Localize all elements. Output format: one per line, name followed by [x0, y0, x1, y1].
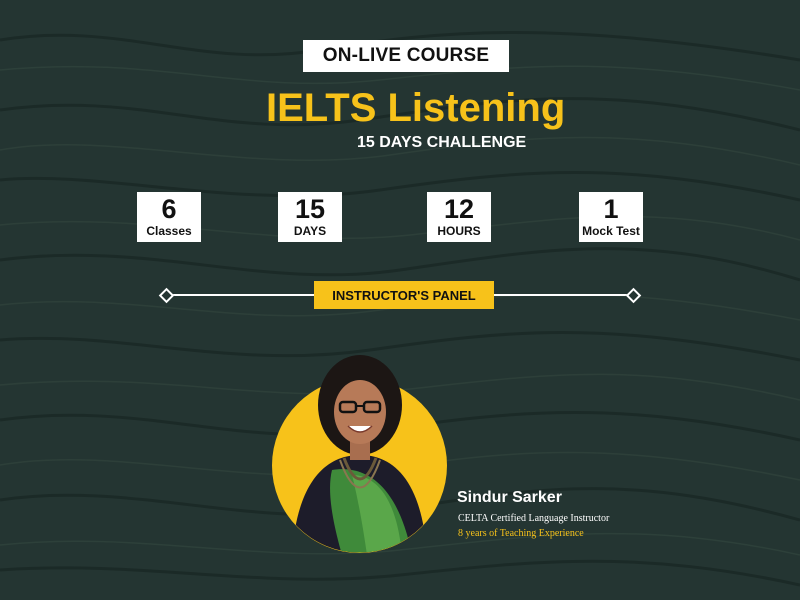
course-type-badge: ON-LIVE COURSE [303, 40, 509, 72]
stat-unit: DAYS [293, 224, 327, 238]
stat-number: 6 [161, 194, 177, 224]
stat-unit: HOURS [437, 224, 481, 238]
instructor-experience: 8 years of Teaching Experience [458, 528, 584, 539]
instructor-role: CELTA Certified Language Instructor [458, 513, 610, 524]
course-subtitle: 15 DAYS CHALLENGE [357, 134, 527, 151]
instructors-panel-label: INSTRUCTOR'S PANEL [314, 281, 494, 309]
stat-number: 15 [294, 194, 326, 224]
stat-unit: Mock Test [582, 224, 640, 238]
course-title: IELTS Listening [266, 86, 566, 130]
stat-unit: Classes [146, 224, 192, 238]
stat-number: 1 [603, 194, 619, 224]
instructor-photo [292, 355, 427, 553]
stat-number: 12 [443, 194, 475, 224]
stat-days: 15 DAYS [278, 192, 342, 242]
stat-mock-test: 1 Mock Test [579, 192, 643, 242]
instructor-name: Sindur Sarker [457, 489, 562, 506]
stat-classes: 6 Classes [137, 192, 201, 242]
stat-hours: 12 HOURS [427, 192, 491, 242]
